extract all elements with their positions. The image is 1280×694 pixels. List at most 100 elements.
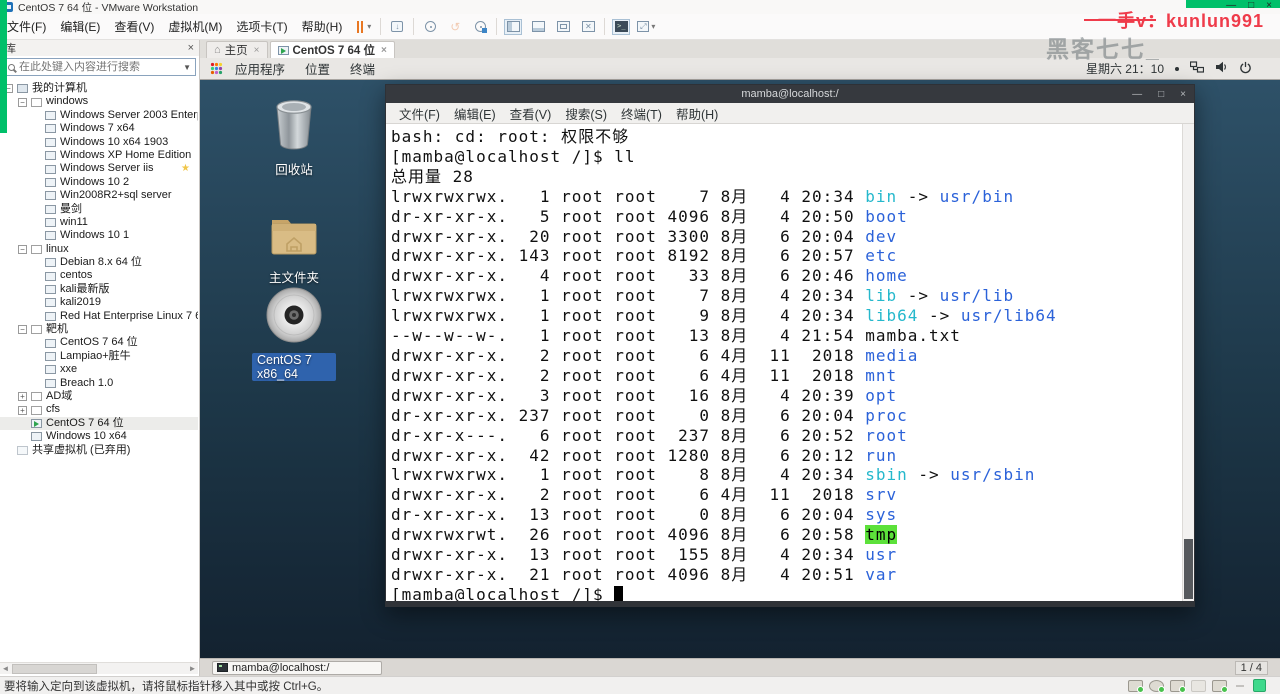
- search-input[interactable]: [19, 61, 180, 73]
- stretch-guest-button[interactable]: ⤢ ▾: [637, 19, 655, 35]
- vm-tree-item-1[interactable]: − windows: [0, 95, 198, 108]
- vm-tree-item-20[interactable]: Lampiao+脏牛: [0, 350, 198, 363]
- scroll-right-icon[interactable]: ►: [187, 664, 198, 673]
- terminal-menu-item-2[interactable]: 查看(V): [503, 104, 559, 123]
- ls-row-mamba.txt: --w--w--w-. 1 root root 13 8月 4 21:54 ma…: [391, 326, 961, 346]
- vmware-menu-item-0[interactable]: 文件(F): [0, 14, 53, 39]
- vm-tree-item-11[interactable]: Windows 10 1: [0, 229, 198, 242]
- vm-tree-item-4[interactable]: Windows 10 x64 1903: [0, 136, 198, 149]
- terminal-titlebar[interactable]: mamba@localhost:/ — □ ×: [386, 85, 1194, 103]
- desktop-icon-trash[interactable]: 回收站: [252, 98, 336, 178]
- tab-home[interactable]: ⌂ 主页 ×: [206, 41, 268, 58]
- desktop-icon-cdrom[interactable]: CentOS 7 x86_64: [252, 286, 336, 381]
- file-name: dev: [865, 226, 898, 246]
- terminal-scrollbar[interactable]: [1182, 124, 1194, 601]
- vmware-menu-item-4[interactable]: 选项卡(T): [229, 14, 294, 39]
- terminal-menu-item-3[interactable]: 搜索(S): [558, 104, 614, 123]
- terminal-menu-item-4[interactable]: 终端(T): [614, 104, 669, 123]
- scrollbar-thumb[interactable]: [12, 663, 97, 674]
- expand-icon[interactable]: +: [18, 405, 27, 415]
- scroll-left-icon[interactable]: ◄: [0, 664, 11, 673]
- tab-close-icon[interactable]: ×: [254, 45, 260, 56]
- show-library-button[interactable]: [504, 18, 523, 35]
- vmware-maximize-button[interactable]: □: [1248, 0, 1254, 11]
- library-close-icon[interactable]: ×: [188, 42, 194, 54]
- vm-tree-item-13[interactable]: Debian 8.x 64 位: [0, 256, 198, 269]
- vm-tree-item-9[interactable]: 曼剑: [0, 203, 198, 216]
- network-icon[interactable]: [1189, 61, 1205, 76]
- vm-tree-item-6[interactable]: Windows Server iis ★: [0, 162, 198, 175]
- sidebar-horizontal-scrollbar[interactable]: ◄ ►: [0, 662, 198, 674]
- play-icon: [34, 420, 39, 427]
- vm-tree-item-23[interactable]: + AD域: [0, 390, 198, 403]
- console-view-button[interactable]: >_: [612, 18, 631, 35]
- collapse-icon[interactable]: −: [18, 97, 27, 107]
- printer-icon[interactable]: [1191, 679, 1206, 692]
- vm-tree-item-24[interactable]: + cfs: [0, 403, 198, 416]
- taskbar-window-button[interactable]: mamba@localhost:/: [212, 660, 382, 675]
- vmware-menu-item-1[interactable]: 编辑(E): [53, 14, 107, 39]
- send-ctrl-alt-del-button[interactable]: ↓: [388, 19, 406, 35]
- vmware-menu-item-2[interactable]: 查看(V): [107, 14, 161, 39]
- tree-item-label: Windows 10 x64 1903: [60, 135, 169, 148]
- terminal-menu-item-1[interactable]: 编辑(E): [447, 104, 503, 123]
- vmware-menu-item-5[interactable]: 帮助(H): [295, 14, 350, 39]
- vm-tree-item-8[interactable]: Win2008R2+sql server: [0, 189, 198, 202]
- vm-tree-item-26[interactable]: Windows 10 x64: [0, 430, 198, 443]
- vm-tree-item-12[interactable]: − linux: [0, 243, 198, 256]
- panel-menu-item-1[interactable]: 位置: [295, 59, 340, 78]
- collapse-icon[interactable]: −: [18, 244, 27, 254]
- expand-icon[interactable]: +: [18, 392, 27, 402]
- vm-tree-item-25[interactable]: CentOS 7 64 位: [0, 416, 198, 431]
- vm-tree-item-22[interactable]: Breach 1.0: [0, 377, 198, 390]
- power-icon[interactable]: [1239, 61, 1252, 77]
- pause-vm-button[interactable]: ▾: [355, 19, 373, 35]
- message-log-icon[interactable]: [1253, 679, 1266, 692]
- sound-icon[interactable]: [1212, 679, 1228, 693]
- vm-tree-item-5[interactable]: Windows XP Home Edition: [0, 149, 198, 162]
- vm-tree-item-2[interactable]: Windows Server 2003 Enterprise Edit: [0, 109, 198, 122]
- vm-tree-item-14[interactable]: centos: [0, 269, 198, 282]
- vm-tree-item-19[interactable]: CentOS 7 64 位: [0, 336, 198, 349]
- scrollbar-thumb[interactable]: [1184, 539, 1193, 599]
- vm-tree-item-16[interactable]: kali2019: [0, 296, 198, 309]
- volume-icon[interactable]: [1215, 61, 1228, 76]
- vmware-close-button[interactable]: ×: [1266, 0, 1272, 11]
- vm-tree-item-17[interactable]: Red Hat Enterprise Linux 7 64 位: [0, 310, 198, 323]
- vmware-minimize-button[interactable]: —: [1226, 0, 1236, 11]
- vm-tree-item-10[interactable]: win11: [0, 216, 198, 229]
- vm-tree-item-15[interactable]: kali最新版: [0, 283, 198, 296]
- terminal-close-button[interactable]: ×: [1180, 89, 1186, 100]
- hard-disk-icon[interactable]: [1128, 679, 1144, 693]
- collapse-icon[interactable]: −: [18, 325, 27, 335]
- vm-tree-item-21[interactable]: xxe: [0, 363, 198, 376]
- terminal-menu-item-0[interactable]: 文件(F): [392, 104, 447, 123]
- workspace-pager[interactable]: 1 / 4: [1234, 660, 1268, 675]
- desktop-icon-home-folder[interactable]: 主文件夹: [252, 212, 336, 286]
- take-snapshot-button[interactable]: [421, 19, 439, 35]
- panel-menu-item-0[interactable]: 应用程序: [225, 59, 295, 78]
- vm-tree-item-27[interactable]: 共享虚拟机 (已弃用): [0, 444, 198, 457]
- vm-tree-item-7[interactable]: Windows 10 2: [0, 176, 198, 189]
- revert-snapshot-button[interactable]: ↺: [446, 19, 464, 35]
- search-dropdown-icon[interactable]: ▼: [183, 63, 191, 72]
- terminal-menu-item-5[interactable]: 帮助(H): [669, 104, 725, 123]
- enter-unity-button[interactable]: ✕: [579, 19, 597, 35]
- enter-fullscreen-button[interactable]: [554, 19, 572, 35]
- terminal-minimize-button[interactable]: —: [1132, 89, 1142, 100]
- vm-tree-item-18[interactable]: − 靶机: [0, 323, 198, 336]
- ls-row-lib: lrwxrwxrwx. 1 root root 7 8月 4 20:34 lib…: [391, 286, 1015, 306]
- panel-menu-item-2[interactable]: 终端: [340, 59, 385, 78]
- tab-close-icon[interactable]: ×: [381, 45, 387, 56]
- cd-dvd-icon[interactable]: [1149, 679, 1165, 693]
- vm-tree-item-3[interactable]: Windows 7 x64: [0, 122, 198, 135]
- vm-tree-item-0[interactable]: − 我的计算机: [0, 82, 198, 95]
- vm-icon: [45, 110, 56, 120]
- network-adapter-icon[interactable]: [1170, 679, 1186, 693]
- vmware-menu-item-3[interactable]: 虚拟机(M): [161, 14, 229, 39]
- tab-centos-7-64[interactable]: CentOS 7 64 位 ×: [269, 41, 395, 58]
- terminal-maximize-button[interactable]: □: [1158, 89, 1164, 100]
- snapshot-manager-button[interactable]: [471, 19, 489, 35]
- terminal-body[interactable]: bash: cd: root: 权限不够 [mamba@localhost /]$…: [386, 124, 1194, 601]
- show-thumbnail-bar-button[interactable]: [529, 19, 547, 35]
